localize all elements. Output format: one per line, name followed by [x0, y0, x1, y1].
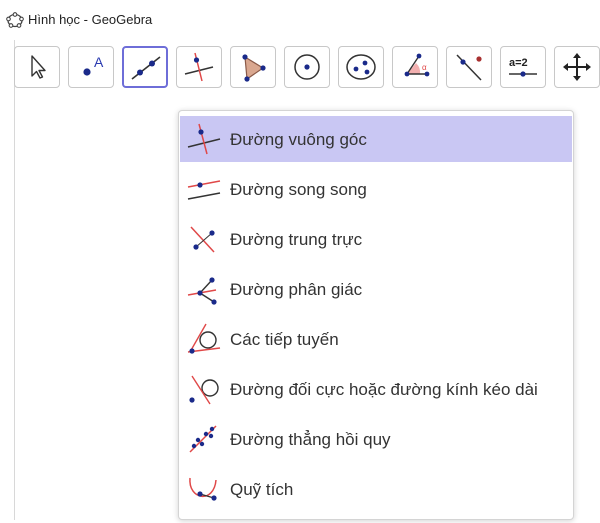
perpendicular-line-icon [187, 123, 221, 155]
menu-item-label: Đường đối cực hoặc đường kính kéo dài [230, 380, 538, 399]
circle-tool-button[interactable] [284, 46, 330, 88]
angle-bisector-icon [187, 277, 217, 305]
slider-icon: a=2 [509, 57, 537, 77]
move-tool-button[interactable] [14, 46, 60, 88]
perpendicular-line-icon [184, 52, 214, 82]
polygon-tool-button[interactable] [230, 46, 276, 88]
menu-item-label: Đường song song [230, 180, 367, 199]
point-a-icon: A [83, 54, 104, 76]
menu-item-label: Đường thẳng hồi quy [230, 430, 391, 449]
svg-text:A: A [94, 54, 104, 70]
line-tools-menu: Đường vuông góc Đường song song Đường tr… [178, 110, 574, 520]
polar-line-icon [189, 375, 219, 405]
perpendicular-tool-button[interactable] [176, 46, 222, 88]
point-tool-button[interactable]: A [68, 46, 114, 88]
toolbar: A α a=2 [14, 46, 600, 94]
arrow-cursor-icon [31, 55, 46, 79]
window-title: Hình học - GeoGebra [28, 12, 153, 27]
menu-item-polar-line[interactable]: Đường đối cực hoặc đường kính kéo dài [180, 366, 572, 412]
polygon-icon [242, 54, 266, 82]
geogebra-logo-icon [6, 12, 24, 28]
circle-center-icon [294, 54, 320, 80]
tangents-icon [187, 323, 221, 354]
menu-item-regression-line[interactable]: Đường thẳng hồi quy [180, 416, 572, 462]
menu-item-label: Quỹ tích [230, 480, 294, 499]
slider-tool-button[interactable]: a=2 [500, 46, 546, 88]
menu-item-label: Đường trung trực [230, 230, 363, 249]
move-graphics-icon [563, 53, 591, 81]
angle-icon: α [404, 53, 430, 77]
regression-line-icon [189, 425, 217, 453]
graphics-view-edge [14, 40, 15, 520]
menu-item-perpendicular-line[interactable]: Đường vuông góc [180, 116, 572, 162]
perpendicular-bisector-icon [190, 226, 215, 253]
menu-item-label: Đường vuông góc [230, 130, 367, 149]
conic-tool-button[interactable] [338, 46, 384, 88]
menu-item-locus[interactable]: Quỹ tích [180, 466, 572, 512]
menu-item-parallel-line[interactable]: Đường song song [180, 166, 572, 212]
svg-text:α: α [422, 63, 427, 72]
line-tool-button[interactable] [122, 46, 168, 88]
parallel-line-icon [187, 180, 221, 200]
move-view-tool-button[interactable] [554, 46, 600, 88]
menu-item-label: Các tiếp tuyến [230, 330, 339, 349]
menu-item-angle-bisector[interactable]: Đường phân giác [180, 266, 572, 312]
angle-tool-button[interactable]: α [392, 46, 438, 88]
title-bar: Hình học - GeoGebra [0, 0, 600, 40]
slider-label: a=2 [509, 57, 528, 69]
locus-icon [189, 477, 217, 501]
ellipse-icon [346, 54, 376, 80]
menu-item-tangents[interactable]: Các tiếp tuyến [180, 316, 572, 362]
reflect-tool-button[interactable] [446, 46, 492, 88]
menu-item-perpendicular-bisector[interactable]: Đường trung trực [180, 216, 572, 262]
menu-item-label: Đường phân giác [230, 280, 363, 299]
line-through-points-icon [131, 56, 161, 80]
reflect-line-icon [456, 54, 482, 81]
